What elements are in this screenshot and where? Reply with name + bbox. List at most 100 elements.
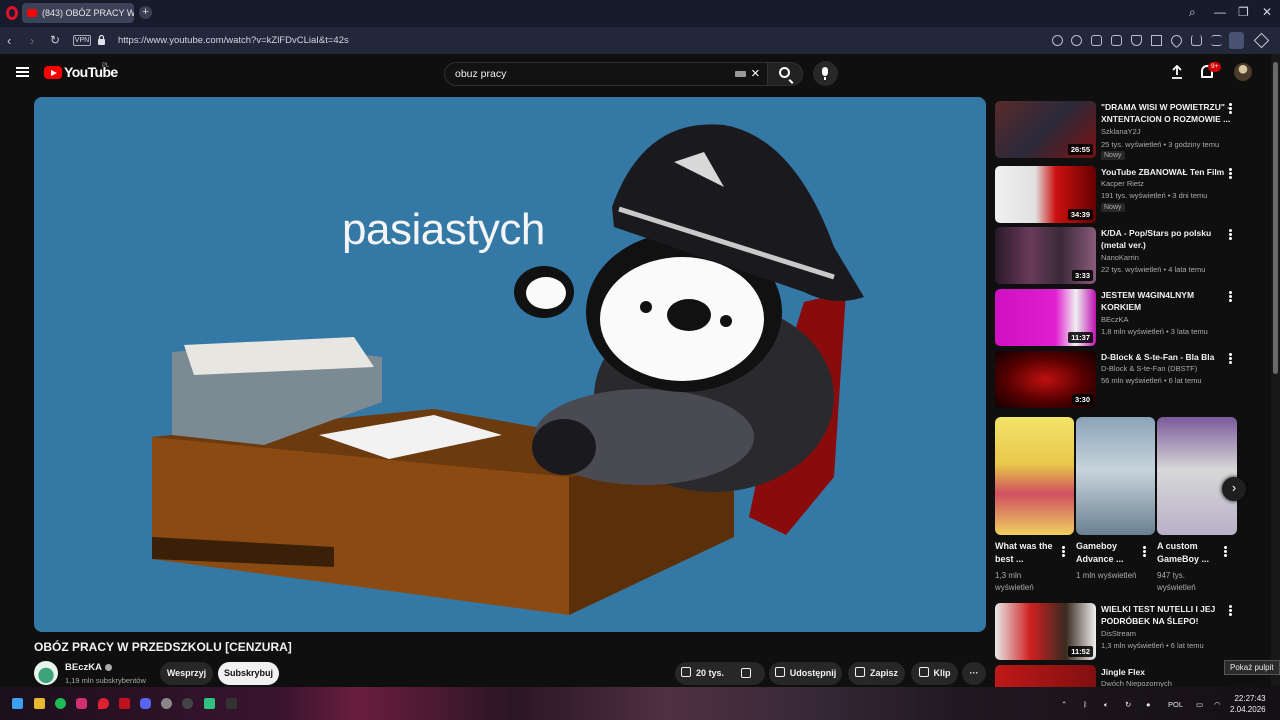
- account-avatar[interactable]: [1234, 63, 1252, 81]
- discord-icon[interactable]: [140, 698, 151, 709]
- short-title[interactable]: Gameboy Advance ...: [1076, 540, 1140, 566]
- channel-avatar[interactable]: [34, 661, 58, 685]
- bluetooth-icon[interactable]: ᛒ: [1083, 700, 1088, 709]
- short-thumbnail[interactable]: [1076, 417, 1155, 535]
- clip-button[interactable]: Klip: [911, 662, 958, 685]
- keyboard-icon[interactable]: [735, 71, 746, 77]
- guide-menu-icon[interactable]: [16, 67, 29, 77]
- minimize-button[interactable]: —: [1214, 5, 1226, 19]
- download-icon[interactable]: [1191, 35, 1202, 46]
- recommendation-thumbnail[interactable]: 11:37: [995, 289, 1096, 346]
- reload-icon[interactable]: ↻: [50, 33, 60, 47]
- more-actions-button[interactable]: ···: [962, 662, 986, 685]
- recommendation-thumbnail[interactable]: [995, 665, 1096, 687]
- file-explorer-icon[interactable]: [34, 698, 45, 709]
- edit-icon[interactable]: [1091, 35, 1102, 46]
- shorts-next-button[interactable]: ›: [1222, 477, 1246, 501]
- restore-button[interactable]: ❐: [1238, 5, 1249, 19]
- chatgpt-icon[interactable]: [182, 698, 193, 709]
- back-arrow-icon[interactable]: ‹: [7, 33, 11, 48]
- more-options-icon[interactable]: [1229, 605, 1232, 616]
- search-input[interactable]: obuz pracy ×: [444, 62, 768, 86]
- send-icon[interactable]: [1151, 35, 1162, 46]
- recommendation-title[interactable]: D-Block & S-te-Fan - Bla Bla: [1101, 351, 1233, 363]
- recommendation-title[interactable]: "DRAMA WISI W POWIETRZU" - XNTENTACION O…: [1101, 101, 1233, 125]
- close-window-button[interactable]: ✕: [1262, 5, 1272, 19]
- network-icon[interactable]: ◠: [1214, 700, 1221, 709]
- more-options-icon[interactable]: [1229, 103, 1232, 114]
- forward-arrow-icon[interactable]: ›: [30, 33, 34, 48]
- video-player[interactable]: pasiastych: [34, 97, 986, 632]
- more-options-icon[interactable]: [1229, 229, 1232, 240]
- page-search-icon[interactable]: [1052, 35, 1063, 46]
- microphone-tray-icon[interactable]: ●: [1146, 700, 1151, 709]
- more-options-icon[interactable]: [1229, 168, 1232, 179]
- more-options-icon[interactable]: [1229, 353, 1232, 364]
- more-options-icon[interactable]: [1062, 546, 1065, 557]
- windows-start-icon[interactable]: [12, 698, 23, 709]
- more-options-icon[interactable]: [1143, 546, 1146, 557]
- settings-gear-icon[interactable]: [161, 698, 172, 709]
- profile-icon[interactable]: [1229, 32, 1244, 49]
- lock-icon[interactable]: [98, 35, 105, 45]
- recommendation-item[interactable]: 11:52 WIELKI TEST NUTELLI I JEJ PODRÓBEK…: [995, 603, 1245, 661]
- save-button[interactable]: Zapisz: [848, 662, 905, 685]
- search-query[interactable]: obuz pracy: [455, 68, 506, 80]
- easy-setup-icon[interactable]: [1211, 35, 1222, 46]
- browser-tab-active[interactable]: (843) OBÓZ PRACY W PRZEDSZKOLU: [22, 3, 134, 23]
- volume-icon[interactable]: 🔈︎: [1104, 700, 1109, 710]
- recommendation-channel[interactable]: DisStream: [1101, 629, 1136, 638]
- spotify-icon[interactable]: [55, 698, 66, 709]
- taskbar-clock[interactable]: 22:27:43 2.04.2026: [1230, 693, 1266, 715]
- search-button[interactable]: [767, 62, 803, 86]
- recommendation-channel[interactable]: Dwóch Niepozornych: [1101, 679, 1172, 687]
- instagram-icon[interactable]: [76, 698, 87, 709]
- recommendation-channel[interactable]: NanoKarrin: [1101, 253, 1139, 262]
- opera-gx-icon[interactable]: [119, 698, 130, 709]
- recommendation-item[interactable]: Jingle Flex Dwóch Niepozornych: [995, 665, 1245, 687]
- more-options-icon[interactable]: [1229, 291, 1232, 302]
- recommendation-item[interactable]: 34:39 YouTube ZBANOWAŁ Ten Film Kacper R…: [995, 166, 1245, 224]
- more-options-icon[interactable]: [1224, 546, 1227, 557]
- upload-icon[interactable]: [1171, 65, 1183, 79]
- youtube-logo-text[interactable]: YouTube: [64, 64, 118, 80]
- emoji-icon[interactable]: [1071, 35, 1082, 46]
- recommendation-title[interactable]: WIELKI TEST NUTELLI I JEJ PODRÓBEK NA ŚL…: [1101, 603, 1233, 627]
- recommendation-item[interactable]: 3:33 K/DA - Pop/Stars po polsku (metal v…: [995, 227, 1245, 285]
- tab-search-icon[interactable]: ⌕: [1189, 5, 1196, 20]
- recommendation-thumbnail[interactable]: 34:39: [995, 166, 1096, 223]
- recommendation-channel[interactable]: D-Block & S-te-Fan (DBSTF): [1101, 364, 1197, 373]
- recommendation-title[interactable]: K/DA - Pop/Stars po polsku (metal ver.): [1101, 227, 1233, 251]
- recommendation-item[interactable]: 3:30 D-Block & S-te-Fan - Bla Bla D-Bloc…: [995, 351, 1245, 409]
- vpn-badge[interactable]: VPN: [73, 35, 91, 46]
- display-icon[interactable]: ▭: [1196, 700, 1203, 709]
- app-icon[interactable]: [226, 698, 237, 709]
- channel-name-row[interactable]: BEczKA: [65, 662, 112, 673]
- thumbs-down-icon[interactable]: [741, 668, 751, 678]
- clear-search-icon[interactable]: ×: [751, 65, 760, 82]
- app-icon[interactable]: [204, 698, 215, 709]
- short-title[interactable]: A custom GameBoy ...: [1157, 540, 1221, 566]
- recommendation-item[interactable]: 11:37 JESTEM W4GIN4LNYM KORKIEM BEczKA 1…: [995, 289, 1245, 347]
- voice-search-button[interactable]: [813, 61, 838, 86]
- sync-icon[interactable]: ↻: [1125, 700, 1131, 709]
- maps-pin-icon[interactable]: [98, 698, 109, 709]
- heart-icon[interactable]: [1168, 32, 1185, 49]
- recommendation-thumbnail[interactable]: 26:55: [995, 101, 1096, 158]
- like-count[interactable]: 20 tys.: [696, 668, 724, 678]
- short-thumbnail[interactable]: [995, 417, 1074, 535]
- opera-menu-icon[interactable]: [6, 6, 18, 20]
- recommendation-title[interactable]: Jingle Flex: [1101, 666, 1233, 678]
- recommendation-channel[interactable]: SzklanaY2J: [1101, 127, 1141, 136]
- recommendation-thumbnail[interactable]: 3:33: [995, 227, 1096, 284]
- camera-icon[interactable]: [1111, 35, 1122, 46]
- recommendation-channel[interactable]: BEczKA: [1101, 315, 1129, 324]
- tray-overflow-icon[interactable]: ⌃: [1061, 700, 1067, 709]
- url-field[interactable]: https://www.youtube.com/watch?v=kZlFDvCL…: [118, 35, 349, 46]
- recommendation-title[interactable]: JESTEM W4GIN4LNYM KORKIEM: [1101, 289, 1233, 313]
- short-thumbnail[interactable]: [1157, 417, 1237, 535]
- subscribe-button[interactable]: Subskrybuj: [218, 662, 279, 685]
- youtube-logo-icon[interactable]: [44, 66, 62, 79]
- short-title[interactable]: What was the best ...: [995, 540, 1059, 566]
- share-button[interactable]: Udostępnij: [769, 662, 842, 685]
